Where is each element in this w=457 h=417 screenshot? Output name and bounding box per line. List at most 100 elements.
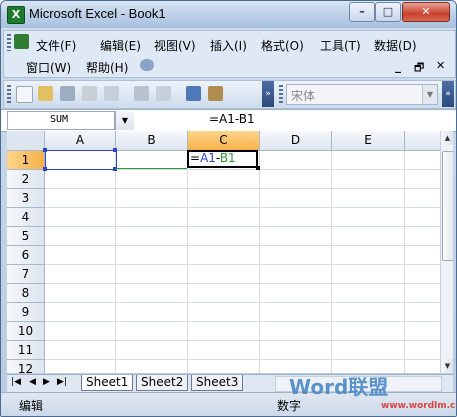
scroll-down-icon[interactable]: ▼ — [441, 359, 453, 373]
menu-format[interactable]: 格式(O) — [261, 37, 304, 54]
menu-data[interactable]: 数据(D) — [374, 37, 417, 54]
gridline — [45, 226, 440, 227]
research-icon[interactable] — [208, 86, 223, 101]
gridline — [45, 359, 440, 360]
status-mode: 编辑 — [19, 399, 44, 413]
gridline — [115, 151, 116, 373]
gridline — [404, 151, 405, 373]
watermark-url: www.wordlm.com — [381, 401, 456, 411]
name-box-value: SUM — [50, 114, 69, 125]
tab-sheet1[interactable]: Sheet1 — [81, 375, 134, 391]
row-header-2[interactable]: 2 — [7, 170, 45, 189]
new-icon[interactable] — [16, 86, 33, 103]
doc-restore-button[interactable]: 🗗 — [414, 59, 424, 78]
menu-edit[interactable]: 编辑(E) — [100, 37, 141, 54]
row-header-12[interactable]: 12 — [7, 360, 45, 373]
doc-minimize-button[interactable]: _ — [395, 59, 401, 73]
fill-handle[interactable] — [256, 166, 260, 170]
watermark-logo: Word联盟 — [289, 375, 389, 399]
menu-help[interactable]: 帮助(H) — [86, 59, 128, 76]
first-sheet-icon[interactable]: |◀ — [11, 377, 21, 387]
save-icon[interactable] — [60, 86, 75, 101]
scroll-up-icon[interactable]: ▲ — [441, 131, 453, 145]
tab-sheet3[interactable]: Sheet3 — [191, 375, 244, 391]
row-header-9[interactable]: 9 — [7, 303, 45, 322]
reference-highlight-a1 — [45, 150, 117, 170]
menu-file[interactable]: 文件(F) — [36, 37, 76, 54]
column-header-b[interactable]: B — [116, 131, 188, 151]
gridline — [45, 264, 440, 265]
font-name-select[interactable]: 宋体 ▼ — [286, 84, 438, 105]
select-all-corner[interactable] — [7, 131, 45, 151]
name-box[interactable]: SUM — [7, 111, 115, 130]
toolbar-options-icon[interactable]: » — [262, 81, 274, 107]
tab-sheet2[interactable]: Sheet2 — [136, 375, 189, 391]
print-icon[interactable] — [134, 86, 149, 101]
gridline — [45, 207, 440, 208]
prev-sheet-icon[interactable]: ◀ — [29, 377, 36, 387]
standard-toolbar: » 宋体 ▼ » — [3, 80, 456, 109]
print-preview-icon[interactable] — [156, 86, 171, 101]
title-bar[interactable]: X Microsoft Excel - Book1 – □ ✕ — [1, 1, 456, 28]
row-header-8[interactable]: 8 — [7, 284, 45, 303]
range-handle[interactable] — [43, 167, 47, 171]
maximize-button[interactable]: □ — [375, 2, 401, 22]
row-header-5[interactable]: 5 — [7, 227, 45, 246]
menu-insert[interactable]: 插入(I) — [210, 37, 247, 54]
formula-input[interactable]: =A1-B1 — [209, 112, 255, 126]
range-handle[interactable] — [113, 148, 117, 152]
column-header-d[interactable]: D — [260, 131, 332, 151]
chevron-down-icon[interactable]: ▼ — [422, 85, 437, 104]
vertical-scrollbar[interactable]: ▲ ▼ — [440, 131, 453, 373]
column-header-a[interactable]: A — [45, 131, 116, 151]
row-header-10[interactable]: 10 — [7, 322, 45, 341]
column-header-f[interactable] — [405, 131, 441, 151]
worksheet-grid[interactable]: A B C D E 1 2 3 4 5 6 7 8 9 10 11 12 =A1… — [7, 131, 453, 373]
minimize-button[interactable]: – — [349, 2, 375, 22]
email-icon[interactable] — [104, 86, 119, 101]
row-header-4[interactable]: 4 — [7, 208, 45, 227]
format-toolbar-options-icon[interactable]: » — [442, 81, 454, 107]
excel-app-icon[interactable]: X — [7, 6, 25, 24]
menu-view[interactable]: 视图(V) — [154, 37, 196, 54]
permission-icon[interactable] — [82, 86, 97, 101]
menu-bar: 文件(F) 编辑(E) 视图(V) 插入(I) 格式(O) 工具(T) 数据(D… — [3, 30, 456, 78]
row-header-6[interactable]: 6 — [7, 246, 45, 265]
row-header-3[interactable]: 3 — [7, 189, 45, 208]
column-header-c[interactable]: C — [188, 131, 260, 151]
row-header-1[interactable]: 1 — [7, 151, 45, 170]
office-assistant-icon[interactable] — [140, 59, 154, 71]
name-box-dropdown-icon[interactable]: ▼ — [115, 111, 134, 130]
gridline — [45, 302, 440, 303]
cell-c1-content: =A1-B1 — [190, 151, 236, 165]
menu-tools[interactable]: 工具(T) — [320, 37, 361, 54]
format-toolbar-grip[interactable] — [279, 85, 283, 103]
workbook-icon[interactable] — [14, 34, 29, 49]
close-button[interactable]: ✕ — [402, 2, 450, 22]
doc-close-button[interactable]: ✕ — [436, 59, 445, 72]
excel-window: X Microsoft Excel - Book1 – □ ✕ 文件(F) 编辑… — [0, 0, 457, 417]
last-sheet-icon[interactable]: ▶| — [57, 377, 67, 387]
row-header-11[interactable]: 11 — [7, 341, 45, 360]
toolbar-grip[interactable] — [7, 85, 11, 103]
column-header-e[interactable]: E — [332, 131, 405, 151]
formula-equals: = — [190, 151, 201, 165]
font-name-value: 宋体 — [291, 89, 316, 103]
scroll-thumb[interactable] — [442, 151, 453, 261]
formula-ref-b1: B1 — [219, 151, 236, 165]
gridline — [259, 151, 260, 373]
formula-ref-a1: A1 — [200, 151, 216, 165]
range-handle[interactable] — [43, 148, 47, 152]
spelling-icon[interactable] — [186, 86, 201, 101]
row-header-7[interactable]: 7 — [7, 265, 45, 284]
open-icon[interactable] — [38, 86, 53, 101]
gridline — [331, 151, 332, 373]
gridline — [45, 321, 440, 322]
next-sheet-icon[interactable]: ▶ — [43, 377, 50, 387]
gridline — [187, 151, 188, 373]
menu-grip[interactable] — [7, 34, 11, 51]
gridline — [45, 340, 440, 341]
menu-window[interactable]: 窗口(W) — [26, 59, 71, 76]
formula-bar: SUM ▼ =A1-B1 — [1, 109, 456, 132]
gridline — [45, 283, 440, 284]
